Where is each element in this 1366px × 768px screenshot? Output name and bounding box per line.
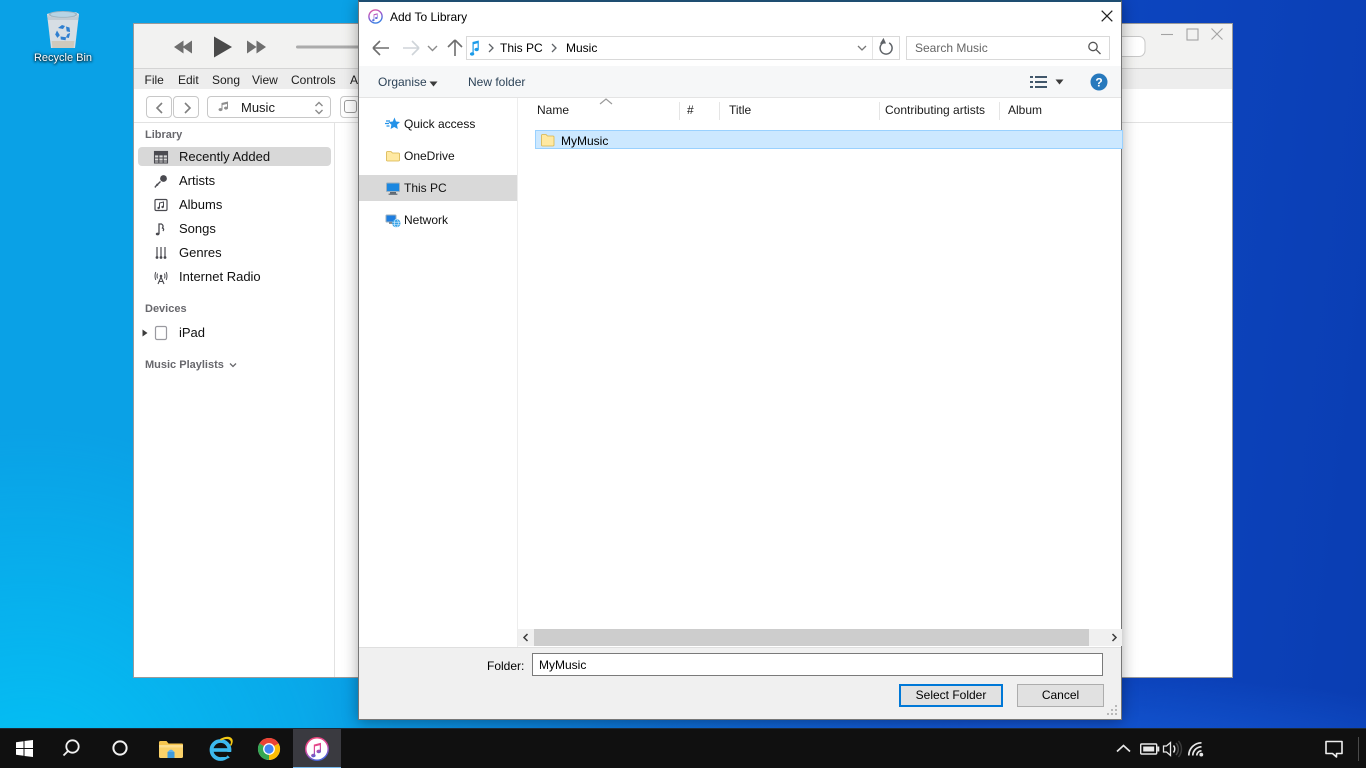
svg-text:This PC: This PC <box>500 41 543 55</box>
svg-text:Search Music: Search Music <box>915 41 988 55</box>
svg-text:?: ? <box>1095 76 1102 90</box>
svg-text:Music: Music <box>566 41 597 55</box>
